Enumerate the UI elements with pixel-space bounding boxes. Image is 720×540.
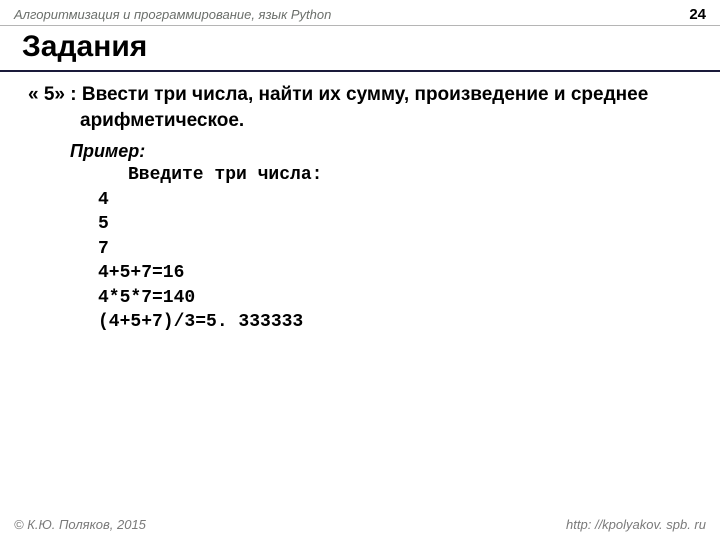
code-line: 4+5+7=16 <box>98 262 692 285</box>
code-line: 5 <box>98 213 692 236</box>
task-text: Ввести три числа, найти их сумму, произв… <box>80 84 648 131</box>
footer-url: http: //kpolyakov. spb. ru <box>566 517 706 532</box>
code-line: 4*5*7=140 <box>98 287 692 310</box>
task-block: « 5» : Ввести три числа, найти их сумму,… <box>28 82 692 133</box>
page-title: Задания <box>0 26 720 72</box>
code-line: 4 <box>98 189 692 212</box>
subject-line: Алгоритмизация и программирование, язык … <box>14 7 331 22</box>
task-label: « 5» : <box>28 84 77 105</box>
copyright-text: © К.Ю. Поляков, 2015 <box>14 517 146 532</box>
code-line: 7 <box>98 238 692 261</box>
code-prompt: Введите три числа: <box>128 164 692 187</box>
slide-header: Алгоритмизация и программирование, язык … <box>0 0 720 26</box>
code-line: (4+5+7)/3=5. 333333 <box>98 311 692 334</box>
slide-footer: © К.Ю. Поляков, 2015 http: //kpolyakov. … <box>0 517 720 532</box>
example-label: Пример: <box>70 141 692 162</box>
page-number: 24 <box>689 6 706 23</box>
content-area: « 5» : Ввести три числа, найти их сумму,… <box>0 72 720 334</box>
